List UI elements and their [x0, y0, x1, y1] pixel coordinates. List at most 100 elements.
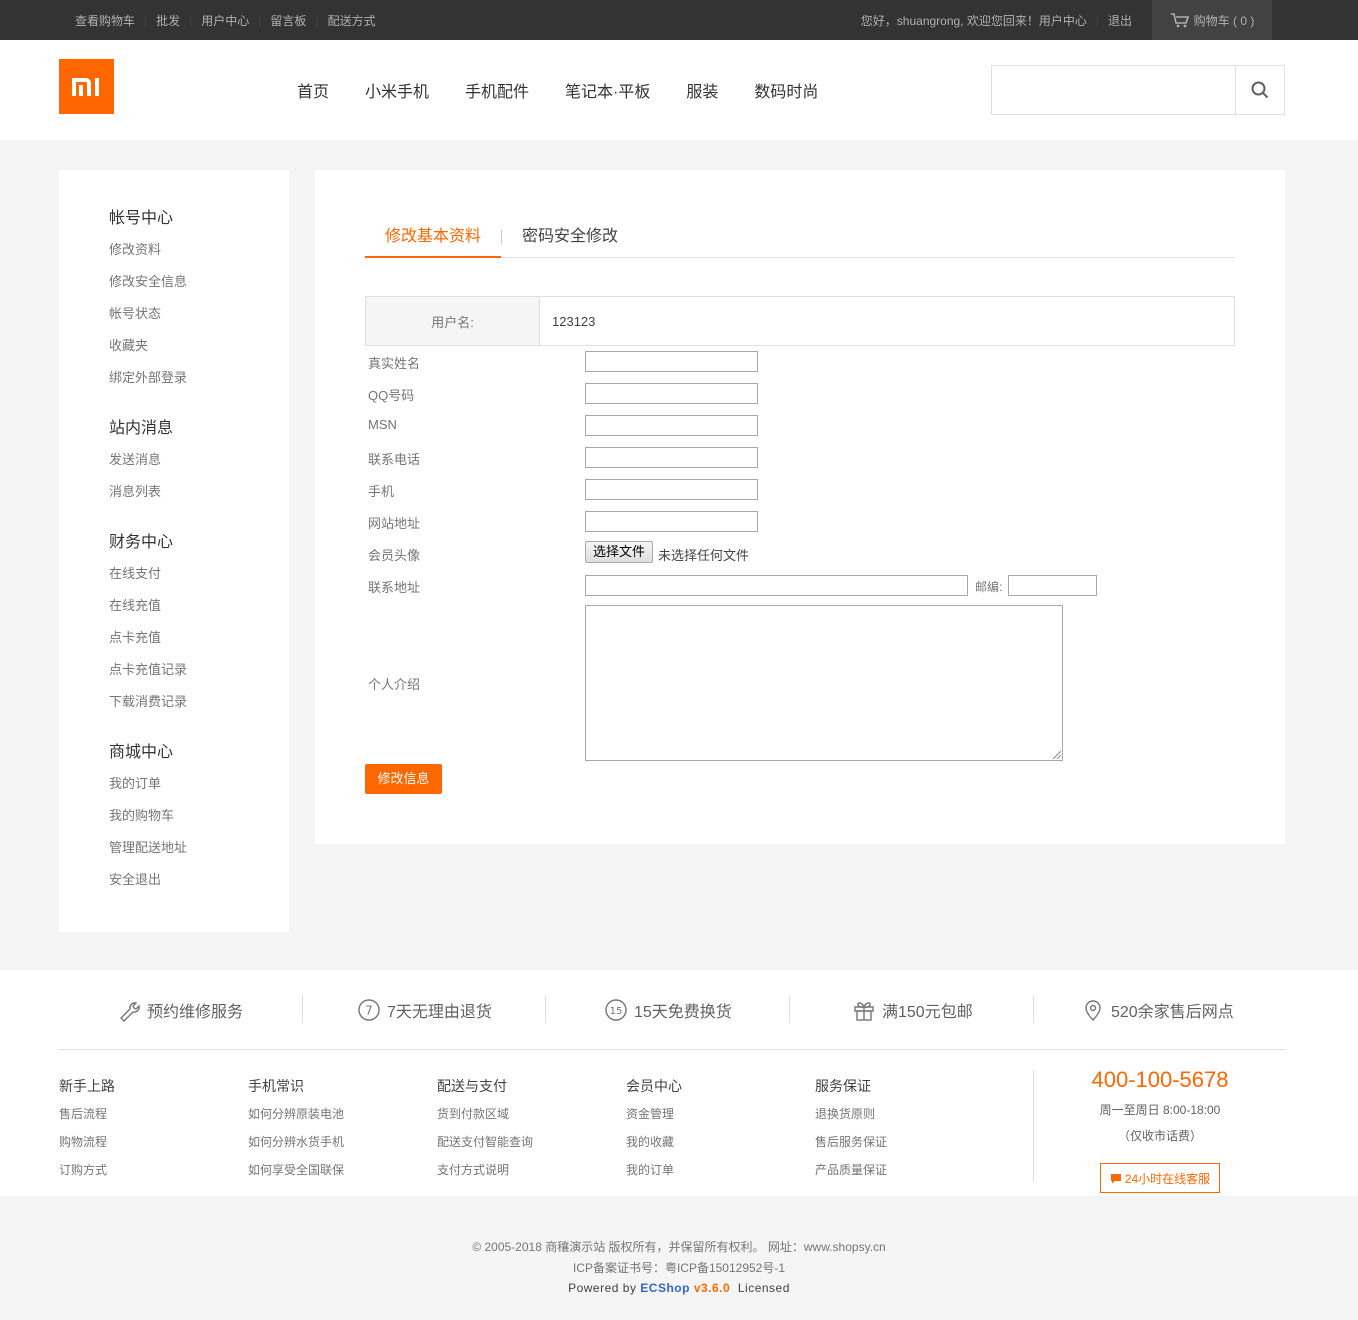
top-right: 您好，shuangrong, 欢迎您回来！用户中心 | 退出 购物车 ( 0 )	[861, 0, 1358, 40]
service-label: 15天免费换货	[634, 1004, 732, 1021]
sidebar-item-my-cart[interactable]: 我的购物车	[109, 800, 187, 832]
website-field[interactable]	[585, 511, 758, 532]
gift-icon	[854, 1002, 874, 1021]
nav-digital[interactable]: 数码时尚	[754, 78, 818, 102]
top-link-cart[interactable]: 查看购物车	[75, 12, 135, 29]
footer-link[interactable]: 产品质量保证	[815, 1161, 887, 1189]
footer-link[interactable]: 订购方式	[59, 1161, 115, 1189]
service-locations[interactable]: 520余家售后网点	[1081, 997, 1234, 1023]
ecshop-link[interactable]: ECShop	[640, 1281, 690, 1295]
wrench-icon	[120, 1002, 140, 1022]
mini-cart[interactable]: 购物车 ( 0 )	[1152, 0, 1272, 40]
sidebar-item-external-login[interactable]: 绑定外部登录	[109, 362, 187, 394]
footer-link[interactable]: 如何享受全国联保	[248, 1161, 344, 1189]
footer-link[interactable]: 我的订单	[626, 1161, 682, 1189]
resize-grip-icon[interactable]	[1053, 751, 1061, 759]
profile-panel: 修改基本资料 密码安全修改 用户名: 123123 真实姓名 QQ号码 MSN …	[315, 170, 1285, 844]
zip-label: 邮编:	[975, 580, 1003, 594]
sidebar-item-addresses[interactable]: 管理配送地址	[109, 832, 187, 864]
footer-link[interactable]: 售后流程	[59, 1105, 115, 1133]
mi-logo[interactable]	[59, 59, 114, 114]
footer-link[interactable]: 货到付款区域	[437, 1105, 533, 1133]
sidebar-item-online-recharge[interactable]: 在线充值	[109, 590, 187, 622]
address-field[interactable]	[585, 575, 968, 596]
intro-textarea[interactable]	[585, 605, 1063, 761]
footer-link[interactable]: 我的收藏	[626, 1133, 682, 1161]
service-strip: 预约维修服务 7 7天无理由退货 15 15天免费换货 满150元包邮 520余…	[59, 970, 1285, 1050]
online-service-button[interactable]: 24小时在线客服	[1100, 1163, 1220, 1193]
service-exchange[interactable]: 15 15天免费换货	[604, 997, 732, 1023]
footer-link[interactable]: 如何分辨原装电池	[248, 1105, 344, 1133]
powered-by-text: Powered by	[568, 1281, 637, 1295]
mobile-field[interactable]	[585, 479, 758, 500]
footer-link[interactable]: 购物流程	[59, 1133, 115, 1161]
welcome-text[interactable]: 您好，shuangrong, 欢迎您回来！用户中心	[861, 12, 1087, 29]
choose-file-button[interactable]: 选择文件	[585, 541, 654, 563]
svg-text:7: 7	[365, 1004, 373, 1018]
qq-field[interactable]	[585, 383, 758, 404]
sidebar-item-download-records[interactable]: 下载消费记录	[109, 686, 187, 718]
phone-label: 联系电话	[368, 452, 421, 467]
nav-phones[interactable]: 小米手机	[365, 78, 429, 102]
sidebar-item-send-message[interactable]: 发送消息	[109, 444, 173, 476]
footer-link[interactable]: 资金管理	[626, 1105, 682, 1133]
service-free-shipping[interactable]: 满150元包邮	[852, 997, 973, 1023]
sidebar-item-my-orders[interactable]: 我的订单	[109, 768, 187, 800]
nav-clothing[interactable]: 服装	[686, 78, 718, 102]
real-name-field[interactable]	[585, 351, 758, 372]
sidebar-item-favorites[interactable]: 收藏夹	[109, 330, 187, 362]
sidebar-item-edit-profile[interactable]: 修改资料	[109, 234, 187, 266]
footer-link[interactable]: 支付方式说明	[437, 1161, 533, 1189]
website-label: 网站地址	[368, 516, 421, 531]
top-link-user-center[interactable]: 用户中心	[201, 12, 249, 29]
service-label: 预约维修服务	[147, 1004, 244, 1021]
footer-link[interactable]: 如何分辨水货手机	[248, 1133, 344, 1161]
phone-field[interactable]	[585, 447, 758, 468]
divider	[1033, 1070, 1034, 1182]
service-return[interactable]: 7 7天无理由退货	[357, 997, 492, 1023]
sidebar-item-security[interactable]: 修改安全信息	[109, 266, 187, 298]
call-fee-note: （仅收市话费）	[1117, 1129, 1202, 1143]
separator: |	[258, 13, 262, 27]
sidebar-item-online-payment[interactable]: 在线支付	[109, 558, 187, 590]
search-button[interactable]	[1235, 66, 1284, 114]
sidebar-item-card-history[interactable]: 点卡充值记录	[109, 654, 187, 686]
footer-link[interactable]: 退换货原则	[815, 1105, 887, 1133]
nav-laptops[interactable]: 笔记本·平板	[565, 78, 650, 102]
top-link-wholesale[interactable]: 批发	[156, 12, 180, 29]
sidebar-item-logout[interactable]: 安全退出	[109, 864, 187, 896]
footer-column-phone-tips: 手机常识 如何分辨原装电池 如何分辨水货手机 如何享受全国联保	[248, 1077, 344, 1189]
address-label: 联系地址	[368, 580, 421, 595]
tab-basic-info[interactable]: 修改基本资料	[365, 222, 501, 258]
sidebar-item-message-list[interactable]: 消息列表	[109, 476, 173, 508]
top-link-message-board[interactable]: 留言板	[270, 12, 306, 29]
nav-accessories[interactable]: 手机配件	[465, 78, 529, 102]
zip-field[interactable]	[1008, 575, 1097, 596]
service-label: 满150元包邮	[882, 1004, 973, 1021]
sidebar-group-store: 商城中心 我的订单 我的购物车 管理配送地址 安全退出	[109, 738, 187, 896]
sidebar-item-card-recharge[interactable]: 点卡充值	[109, 622, 187, 654]
footer-column-title: 手机常识	[248, 1078, 304, 1094]
search-input[interactable]	[992, 66, 1236, 114]
msn-field[interactable]	[585, 415, 758, 436]
username-value: 123123	[552, 313, 596, 329]
submit-button[interactable]: 修改信息	[365, 764, 442, 794]
profile-tabs: 修改基本资料 密码安全修改	[365, 222, 1235, 258]
footer-link[interactable]: 配送支付智能查询	[437, 1133, 533, 1161]
service-repair[interactable]: 预约维修服务	[117, 997, 243, 1023]
footer-column-title: 新手上路	[59, 1078, 115, 1094]
logout-link[interactable]: 退出	[1108, 12, 1132, 29]
online-service-label: 24小时在线客服	[1124, 1171, 1211, 1186]
footer-link[interactable]: 售后服务保证	[815, 1133, 887, 1161]
sidebar-item-account-status[interactable]: 帐号状态	[109, 298, 187, 330]
file-status: 未选择任何文件	[658, 548, 750, 563]
username-row: 用户名: 123123	[365, 296, 1235, 346]
cart-label: 购物车 ( 0 )	[1193, 13, 1255, 28]
fifteen-day-icon: 15	[605, 999, 627, 1021]
sidebar-group-messages: 站内消息 发送消息 消息列表	[109, 414, 173, 508]
tab-divider	[501, 230, 502, 244]
tab-password[interactable]: 密码安全修改	[522, 222, 618, 258]
top-link-shipping[interactable]: 配送方式	[328, 12, 376, 29]
nav-home[interactable]: 首页	[297, 78, 329, 102]
chat-bubble-icon	[1110, 1173, 1121, 1183]
